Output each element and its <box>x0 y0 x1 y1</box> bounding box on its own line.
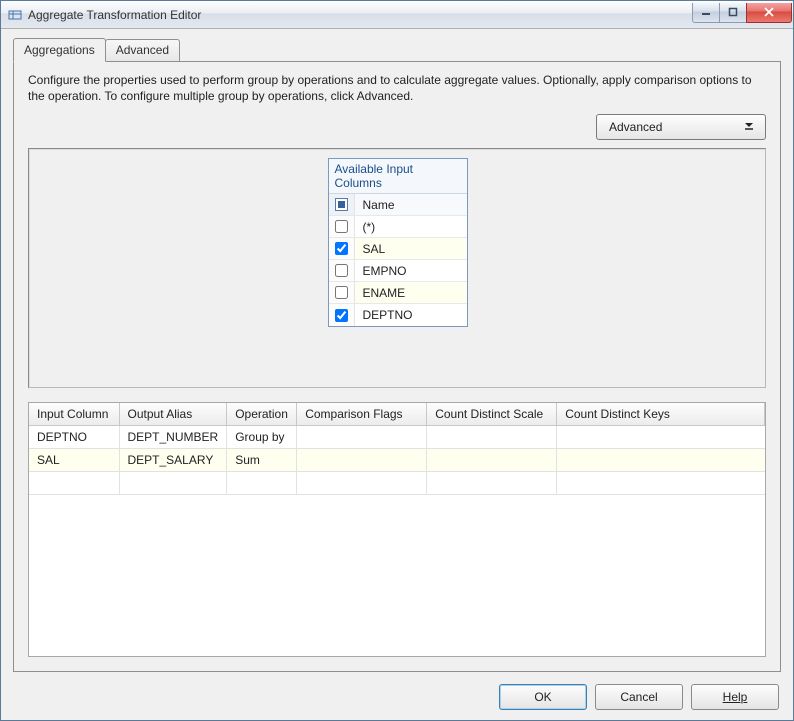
grid-header-scale[interactable]: Count Distinct Scale <box>427 403 557 426</box>
dialog-button-bar: OK Cancel Help <box>13 672 781 710</box>
column-row[interactable]: (*) <box>329 216 467 238</box>
minimize-button[interactable] <box>692 3 720 23</box>
app-icon <box>7 7 23 23</box>
columns-name-header: Name <box>355 198 395 212</box>
close-button[interactable] <box>746 3 792 23</box>
column-checkbox[interactable] <box>335 242 348 255</box>
grid-header-keys[interactable]: Count Distinct Keys <box>557 403 765 426</box>
cell-empty[interactable] <box>119 472 227 495</box>
select-all-checkbox[interactable] <box>329 194 355 215</box>
cell-scale[interactable] <box>427 449 557 472</box>
cell-keys[interactable] <box>557 449 765 472</box>
available-columns-list: Available Input Columns Name (*) SAL EMPNO… <box>328 158 468 327</box>
columns-groupbox: Available Input Columns Name (*) SAL EMPNO… <box>28 148 766 388</box>
title-bar[interactable]: Aggregate Transformation Editor <box>1 1 793 29</box>
columns-header-row: Name <box>329 194 467 216</box>
cancel-button[interactable]: Cancel <box>595 684 683 710</box>
column-checkbox-cell[interactable] <box>329 304 355 326</box>
description-text: Configure the properties used to perform… <box>28 72 766 104</box>
aggregations-grid[interactable]: Input Column Output Alias Operation Comp… <box>28 402 766 657</box>
cell-empty[interactable] <box>29 472 119 495</box>
cell-scale[interactable] <box>427 426 557 449</box>
window-controls <box>693 3 792 23</box>
advanced-toggle-label: Advanced <box>609 120 662 134</box>
window-title: Aggregate Transformation Editor <box>28 8 693 22</box>
client-area: Aggregations Advanced Configure the prop… <box>1 29 793 720</box>
column-row[interactable]: SAL <box>329 238 467 260</box>
column-row[interactable]: EMPNO <box>329 260 467 282</box>
ok-button[interactable]: OK <box>499 684 587 710</box>
column-name: DEPTNO <box>355 308 413 322</box>
cell-empty[interactable] <box>557 472 765 495</box>
tab-advanced[interactable]: Advanced <box>105 39 180 62</box>
window-frame: Aggregate Transformation Editor Aggregat… <box>0 0 794 721</box>
cell-empty[interactable] <box>427 472 557 495</box>
cell-empty[interactable] <box>297 472 427 495</box>
column-name: (*) <box>355 220 376 234</box>
column-checkbox[interactable] <box>335 286 348 299</box>
column-name: EMPNO <box>355 264 407 278</box>
grid-header-operation[interactable]: Operation <box>227 403 297 426</box>
column-checkbox[interactable] <box>335 264 348 277</box>
cell-flags[interactable] <box>297 426 427 449</box>
cell-operation[interactable]: Sum <box>227 449 297 472</box>
grid-header-alias[interactable]: Output Alias <box>119 403 227 426</box>
tab-panel-aggregations: Configure the properties used to perform… <box>13 61 781 672</box>
table-row[interactable]: DEPTNODEPT_NUMBERGroup by <box>29 426 765 449</box>
column-name: SAL <box>355 242 386 256</box>
column-checkbox-cell[interactable] <box>329 260 355 281</box>
column-checkbox-cell[interactable] <box>329 216 355 237</box>
cell-alias[interactable]: DEPT_SALARY <box>119 449 227 472</box>
cell-input[interactable]: SAL <box>29 449 119 472</box>
cell-flags[interactable] <box>297 449 427 472</box>
column-name: ENAME <box>355 286 406 300</box>
tab-aggregations[interactable]: Aggregations <box>13 38 106 62</box>
grid-header-input[interactable]: Input Column <box>29 403 119 426</box>
column-checkbox[interactable] <box>335 309 348 322</box>
maximize-button[interactable] <box>719 3 747 23</box>
column-row[interactable]: ENAME <box>329 282 467 304</box>
table-row[interactable]: SALDEPT_SALARYSum <box>29 449 765 472</box>
cell-empty[interactable] <box>227 472 297 495</box>
table-row-empty[interactable] <box>29 472 765 495</box>
column-checkbox-cell[interactable] <box>329 282 355 303</box>
advanced-toggle-button[interactable]: Advanced <box>596 114 766 140</box>
grid-header-flags[interactable]: Comparison Flags <box>297 403 427 426</box>
help-button[interactable]: Help <box>691 684 779 710</box>
cell-input[interactable]: DEPTNO <box>29 426 119 449</box>
cell-keys[interactable] <box>557 426 765 449</box>
cell-operation[interactable]: Group by <box>227 426 297 449</box>
column-checkbox[interactable] <box>335 220 348 233</box>
cell-alias[interactable]: DEPT_NUMBER <box>119 426 227 449</box>
column-row[interactable]: DEPTNO <box>329 304 467 326</box>
column-checkbox-cell[interactable] <box>329 238 355 259</box>
available-columns-title: Available Input Columns <box>329 159 467 194</box>
tab-strip: Aggregations Advanced <box>13 39 781 61</box>
chevron-down-icon <box>743 121 755 134</box>
